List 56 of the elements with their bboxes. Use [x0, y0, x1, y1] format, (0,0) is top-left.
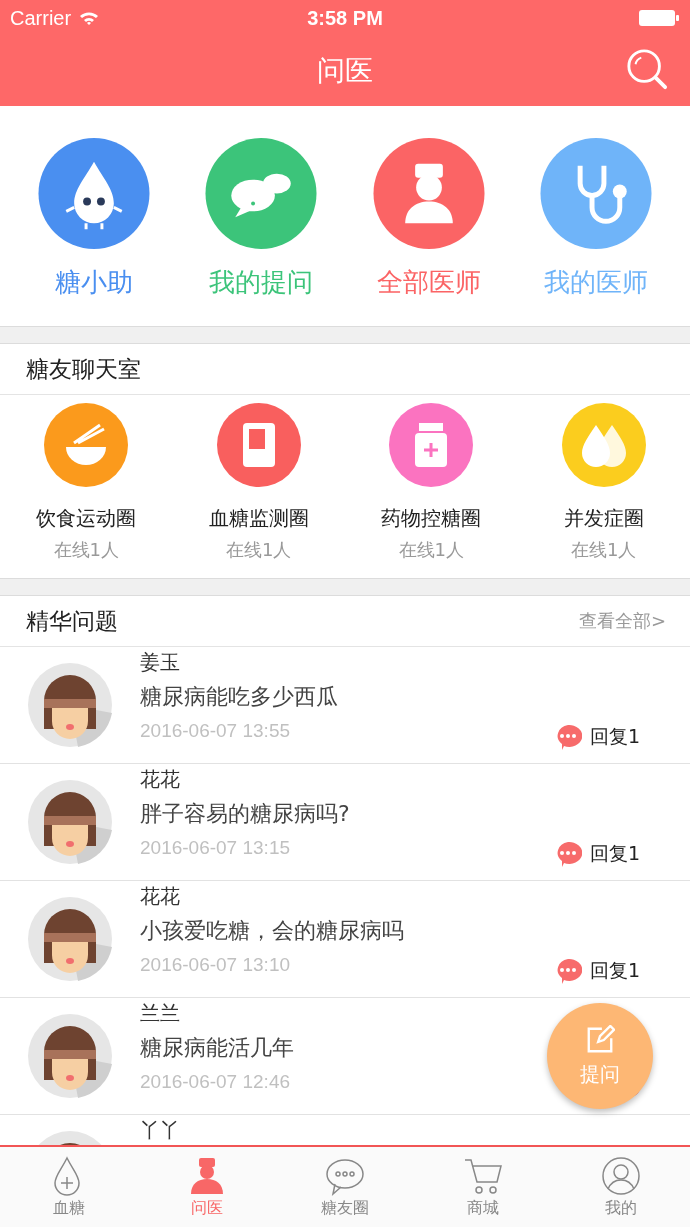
tab-item[interactable]: 问医 — [138, 1147, 276, 1227]
post-time: 2016-06-07 13:55 — [140, 720, 291, 742]
wifi-icon — [79, 11, 100, 25]
section-title: 糖友聊天室 — [26, 354, 141, 384]
post-time: 2016-06-07 12:46 — [140, 1071, 291, 1093]
search-icon[interactable] — [626, 48, 668, 90]
speech-bubbles-icon[interactable] — [205, 138, 318, 249]
droplet-mascot-icon[interactable] — [37, 138, 150, 249]
status-time: 3:58 PM — [307, 6, 383, 30]
circle-name[interactable]: 药物控糖圈 — [381, 505, 482, 532]
tab-item[interactable]: 糖友圈 — [276, 1147, 414, 1227]
glucose-meter-icon[interactable] — [216, 403, 301, 487]
online-count: 在线1人 — [226, 538, 292, 562]
tab-item[interactable]: 商城 — [414, 1147, 552, 1227]
page-title: 问医 — [317, 53, 373, 89]
reply-count: 回复1 — [589, 958, 640, 983]
circle-name[interactable]: 饮食运动圈 — [36, 505, 137, 532]
author-name: 姜玉 — [140, 651, 181, 674]
online-count: 在线1人 — [398, 538, 464, 562]
online-count: 在线1人 — [571, 538, 637, 562]
post-time: 2016-06-07 13:15 — [140, 837, 291, 859]
edit-icon — [585, 1024, 615, 1055]
section-title: 精华问题 — [26, 606, 118, 636]
author-name: 花花 — [140, 885, 181, 908]
tab-item[interactable]: 我的 — [552, 1147, 690, 1227]
shortcut-label[interactable]: 全部医师 — [376, 265, 481, 300]
avatar-icon — [28, 897, 112, 981]
shortcut-label[interactable]: 我的提问 — [209, 265, 314, 300]
circle-name[interactable]: 并发症圈 — [563, 505, 644, 532]
reply-count: 回复1 — [589, 724, 640, 749]
question-title[interactable]: 胖子容易的糖尿病吗? — [140, 799, 350, 829]
question-title[interactable]: 糖尿病能吃多少西瓜 — [140, 682, 338, 712]
medicine-bottle-icon[interactable] — [389, 403, 474, 487]
carrier-name: Carrier — [10, 6, 72, 30]
avatar-icon — [28, 1014, 112, 1098]
online-count: 在线1人 — [53, 538, 119, 562]
question-title[interactable]: 小孩爱吃糖，会的糖尿病吗 — [140, 916, 404, 946]
doctor-icon[interactable] — [372, 138, 485, 249]
shortcut-label[interactable]: 糖小助 — [54, 265, 133, 300]
author-name: 花花 — [140, 768, 181, 791]
author-name: 兰兰 — [140, 1002, 181, 1025]
question-title[interactable]: 糖尿病能活几年 — [140, 1033, 294, 1063]
view-all-link[interactable]: 查看全部> — [578, 609, 666, 633]
tab-item[interactable]: 血糖 — [0, 1147, 138, 1227]
reply-count: 回复1 — [589, 841, 640, 866]
author-name: 丫丫 — [140, 1119, 180, 1142]
avatar-icon — [28, 780, 112, 864]
droplets-icon[interactable] — [561, 403, 646, 487]
user-icon — [601, 1155, 641, 1196]
stethoscope-icon[interactable] — [540, 138, 653, 249]
battery-icon — [638, 9, 680, 27]
shortcut-label[interactable]: 我的医师 — [544, 265, 649, 300]
avatar-icon — [28, 663, 112, 747]
circle-name[interactable]: 血糖监测圈 — [208, 505, 309, 532]
noodle-bowl-icon[interactable] — [44, 403, 129, 487]
post-time: 2016-06-07 13:10 — [140, 954, 291, 976]
